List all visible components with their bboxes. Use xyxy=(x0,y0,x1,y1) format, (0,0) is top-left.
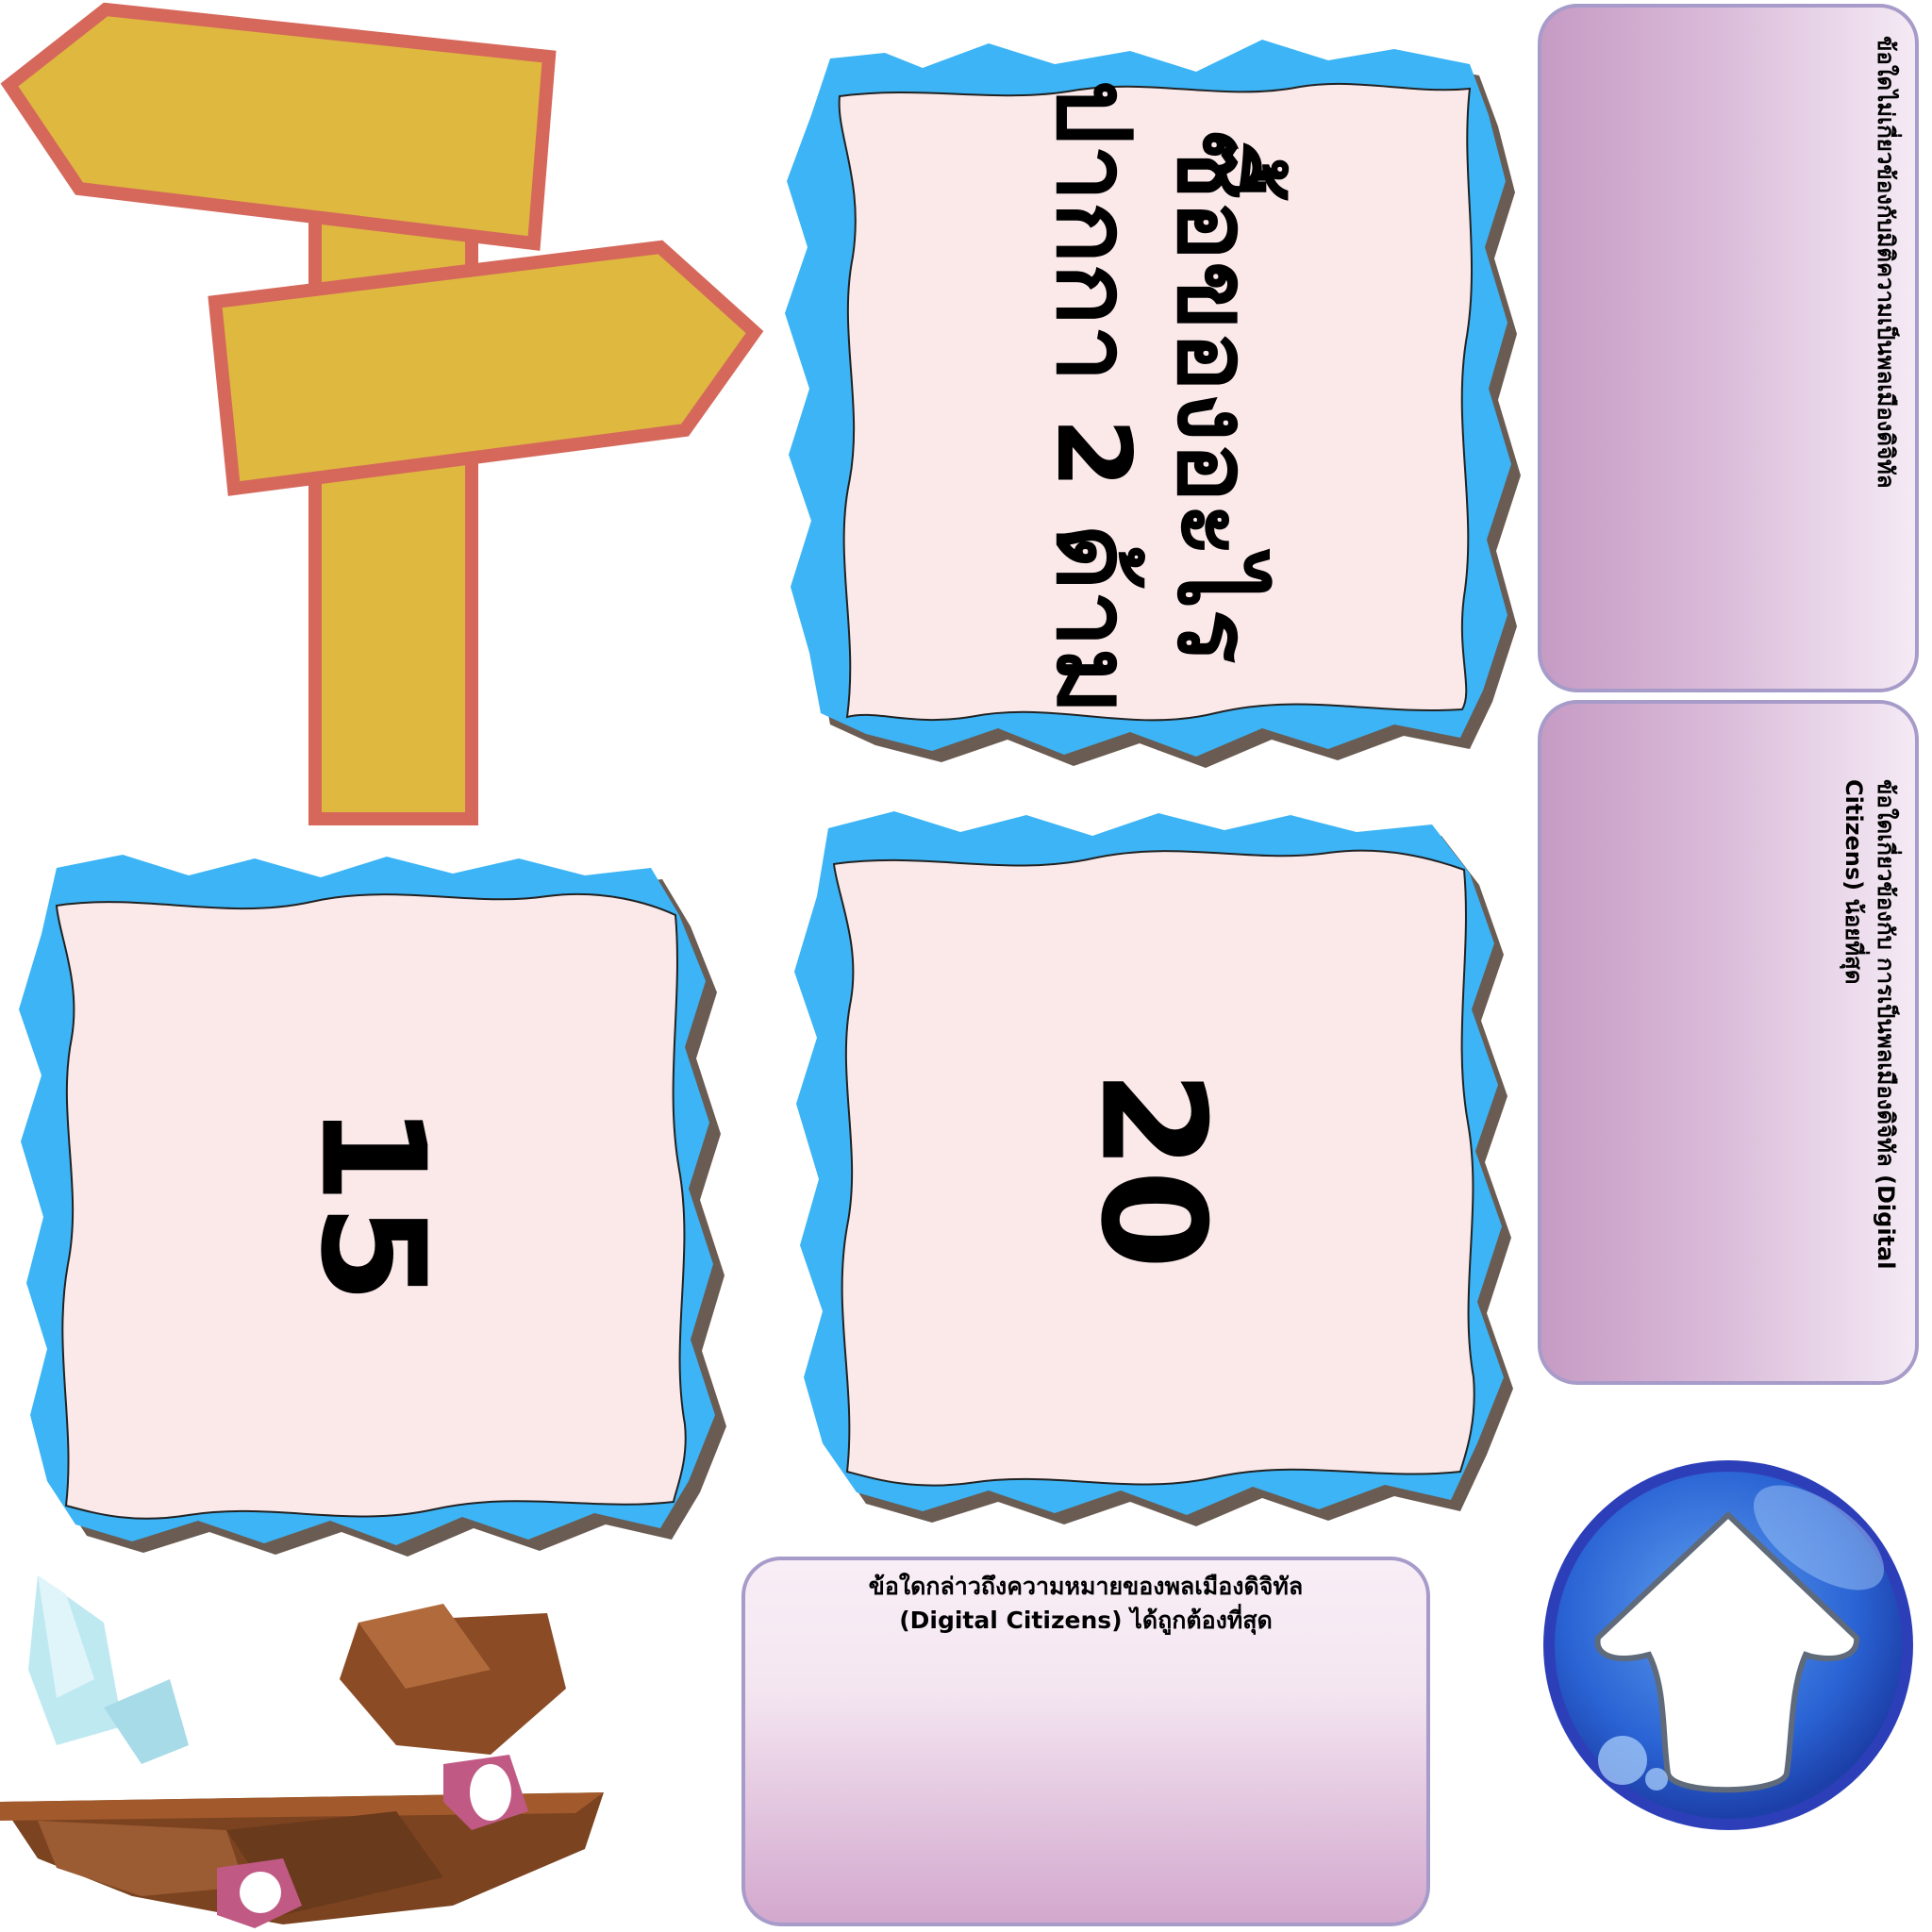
floating-rock-island xyxy=(0,1566,613,1930)
up-arrow-icon xyxy=(1543,1460,1913,1830)
question-panel-mid-right[interactable]: ข้อใดเกี่ยวข้องกับ การเป็นพลเมืองดิจิทัล… xyxy=(1538,700,1919,1385)
card-top-line2: ปากกา 2 ด้าม xyxy=(1034,79,1152,715)
question-text-mid-right: ข้อใดเกี่ยวข้องกับ การเป็นพลเมืองดิจิทัล… xyxy=(1840,779,1899,1270)
card-value-center: 20 xyxy=(1069,1070,1237,1270)
answer-card-top[interactable]: ซื้อของอะไร ปากกา 2 ด้าม xyxy=(772,11,1534,783)
question-text-top-right: ข้อใดไม่เกี่ยวข้องกับมิติความเป็นพลเมือง… xyxy=(1873,36,1899,489)
card-text-top: ซื้อของอะไร ปากกา 2 ด้าม xyxy=(1032,80,1274,715)
question-bottom-line2: (Digital Citizens) ได้ถูกต้องที่สุด xyxy=(899,1607,1273,1634)
signpost-icon xyxy=(0,0,774,830)
question-panel-bottom[interactable]: ข้อใดกล่าวถึงความหมายของพลเมืองดิจิทัล (… xyxy=(741,1557,1430,1926)
question-text-bottom: ข้อใดกล่าวถึงความหมายของพลเมืองดิจิทัล (… xyxy=(745,1570,1426,1638)
card-top-line1: ซื้อของอะไร xyxy=(1155,130,1273,664)
question-bottom-line1: ข้อใดกล่าวถึงความหมายของพลเมืองดิจิทัล xyxy=(868,1573,1304,1600)
card-value-left: 15 xyxy=(289,1104,457,1304)
question-panel-top-right[interactable]: ข้อใดไม่เกี่ยวข้องกับมิติความเป็นพลเมือง… xyxy=(1538,4,1919,692)
up-arrow-button[interactable] xyxy=(1536,1453,1921,1838)
answer-card-center[interactable]: 20 xyxy=(772,783,1534,1557)
answer-card-left[interactable]: 15 xyxy=(0,830,745,1577)
